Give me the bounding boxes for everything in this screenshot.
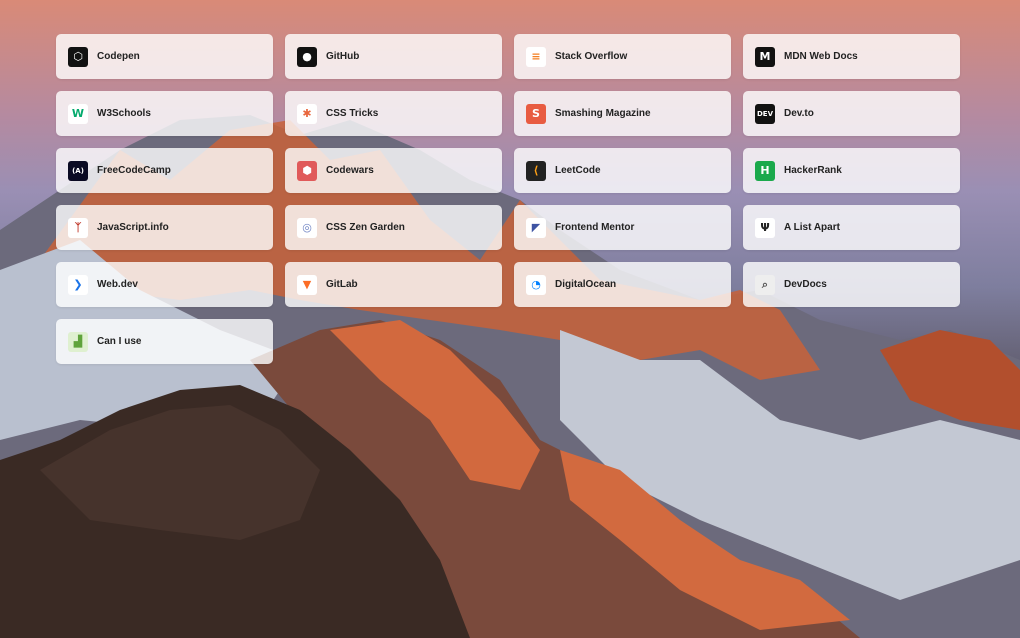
webdev-icon: ❯ [68,274,88,295]
shortcut-label: DigitalOcean [555,279,617,290]
shortcut-label: LeetCode [555,165,601,176]
shortcut-label: CSS Zen Garden [326,222,405,233]
shortcut-label: MDN Web Docs [784,51,858,62]
shortcut-tile[interactable]: ᛉ JavaScript.info [56,205,273,250]
mdn-icon: M [755,46,775,67]
codepen-icon: ⬡ [68,46,88,67]
frontendmentor-icon: ◤ [526,217,546,238]
shortcut-label: W3Schools [97,108,151,119]
shortcut-tile[interactable]: ✱ CSS Tricks [285,91,502,136]
hackerrank-icon: H [755,160,775,181]
shortcut-tile[interactable]: ≡ Stack Overflow [514,34,731,79]
shortcut-tile[interactable]: H HackerRank [743,148,960,193]
shortcut-label: DevDocs [784,279,827,290]
shortcut-grid: ⬡ Codepen ● GitHub ≡ Stack Overflow M MDN Web D… [56,34,960,364]
shortcut-label: Web.dev [97,279,138,290]
shortcut-label: Codepen [97,51,140,62]
csszengarden-icon: ◎ [297,217,317,238]
devdocs-icon: ⌕ [755,274,775,295]
shortcut-tile[interactable]: ⟨ LeetCode [514,148,731,193]
shortcut-tile[interactable]: ▼ GitLab [285,262,502,307]
shortcut-label: Codewars [326,165,374,176]
codewars-icon: ⬢ [297,160,317,181]
shortcut-tile[interactable]: ◎ CSS Zen Garden [285,205,502,250]
digitalocean-icon: ◔ [526,274,546,295]
shortcut-tile[interactable]: ▟ Can I use [56,319,273,364]
github-icon: ● [297,46,317,67]
shortcut-label: GitHub [326,51,360,62]
shortcut-tile[interactable]: ◤ Frontend Mentor [514,205,731,250]
shortcut-label: GitLab [326,279,358,290]
shortcut-tile[interactable]: S Smashing Magazine [514,91,731,136]
alistapart-icon: Ψ [755,217,775,238]
shortcut-tile[interactable]: ⌕ DevDocs [743,262,960,307]
shortcut-label: JavaScript.info [97,222,169,233]
leetcode-icon: ⟨ [526,160,546,181]
devto-icon: DEV [755,103,775,124]
shortcut-label: Dev.to [784,108,814,119]
shortcut-tile[interactable]: (A) FreeCodeCamp [56,148,273,193]
shortcut-tile[interactable]: M MDN Web Docs [743,34,960,79]
shortcut-tile[interactable]: W W3Schools [56,91,273,136]
w3schools-icon: W [68,103,88,124]
shortcut-label: A List Apart [784,222,840,233]
shortcut-label: Can I use [97,336,142,347]
shortcut-tile[interactable]: ◔ DigitalOcean [514,262,731,307]
shortcut-tile[interactable]: ● GitHub [285,34,502,79]
javascriptinfo-icon: ᛉ [68,217,88,238]
csstricks-icon: ✱ [297,103,317,124]
shortcut-label: Smashing Magazine [555,108,651,119]
shortcut-tile[interactable]: ⬢ Codewars [285,148,502,193]
gitlab-icon: ▼ [297,274,317,295]
freecodecamp-icon: (A) [68,160,88,181]
shortcut-label: CSS Tricks [326,108,379,119]
smashing-icon: S [526,103,546,124]
shortcut-tile[interactable]: DEV Dev.to [743,91,960,136]
shortcut-tile[interactable]: Ψ A List Apart [743,205,960,250]
shortcut-tile[interactable]: ⬡ Codepen [56,34,273,79]
caniuse-icon: ▟ [68,331,88,352]
shortcut-label: Stack Overflow [555,51,628,62]
shortcut-label: HackerRank [784,165,842,176]
shortcut-label: FreeCodeCamp [97,165,171,176]
stackoverflow-icon: ≡ [526,46,546,67]
shortcut-label: Frontend Mentor [555,222,635,233]
shortcut-tile[interactable]: ❯ Web.dev [56,262,273,307]
